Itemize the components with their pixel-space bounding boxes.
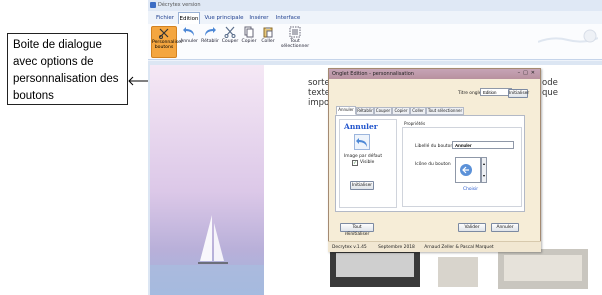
ribbon: Personnaliser boutons Annuler Rétablir C… [148,24,602,60]
button-text-input[interactable] [452,141,514,149]
document-text: ode [542,78,558,88]
couper-button[interactable]: Couper [221,26,239,58]
redo-icon [205,27,216,36]
window-title: Décrytex version [158,2,201,8]
tout-selectionner-button[interactable]: Tout sélectionner [279,26,311,58]
icon-selector[interactable] [455,157,481,183]
scroll-down-icon[interactable]: ▾ [483,173,485,178]
callout-line: avec options de [13,56,94,68]
preview-button-label: Annuler [344,122,378,131]
inner-tab-coller[interactable]: Coller [410,107,426,115]
initialiser-top-button[interactable]: Initialiser [508,89,529,98]
cancel-button[interactable]: Annuler [491,223,519,232]
cut-icon [224,26,236,38]
document-text: sorte [308,78,330,88]
inner-tab-copier[interactable]: Copier [392,107,410,115]
select-all-icon [289,26,301,38]
copy-icon [244,26,254,38]
scroll-up-icon[interactable]: ▴ [483,161,485,166]
document-text: texte [308,88,331,98]
tab-edition[interactable]: Edition [178,12,200,24]
tab-fichier[interactable]: Fichier [154,12,176,24]
properties-title: Propriétés [404,121,426,126]
visible-label: Visible [360,160,375,165]
decorative-bubbles-icon [538,29,598,43]
paste-icon [263,27,273,38]
dialog-titlebar: Onglet Edition - personnalisation –□✕ [329,69,540,79]
initialiser-inner-button[interactable]: Initialiser [350,181,374,190]
close-icon[interactable]: ✕ [531,70,538,76]
annuler-button[interactable]: Annuler [179,26,199,58]
ribbon-tabs: Fichier Edition Vue principale Insérer I… [148,12,602,24]
copier-button[interactable]: Copier [240,26,258,58]
inner-tab-retablir[interactable]: Rétablir [356,107,374,115]
inner-tab-annuler[interactable]: Annuler [336,106,356,115]
ribbon-label: Rétablir [201,39,219,44]
ribbon-label: Copier [241,39,257,44]
document-text: impo [308,98,330,108]
status-date: Septembre 2018 [378,245,415,250]
maximize-icon[interactable]: □ [523,70,531,76]
coller-button[interactable]: Coller [259,26,277,58]
tab-vue-principale[interactable]: Vue principale [204,12,244,24]
undo-icon [460,164,472,176]
visible-checkbox[interactable]: ✓ [352,160,358,166]
window-titlebar: Décrytex version [148,0,602,11]
inner-tab-tout-selectionner[interactable]: Tout sélectionner [426,107,464,115]
app-icon [150,2,156,8]
left-panel-image [150,65,264,295]
choose-link[interactable]: Choisir [463,187,478,192]
ribbon-label: Coller [261,39,275,44]
status-authors: Arnaud Zeller & Pascal Marquet [424,245,494,250]
callout-line: personnalisation des [13,73,119,85]
icon-scrollbar[interactable]: ▴ ▾ [481,157,487,183]
inner-tab-couper[interactable]: Couper [374,107,392,115]
ribbon-label: Tout sélectionner [280,39,310,49]
callout-line: Boite de dialogue [13,39,102,51]
dialog-title: Onglet Edition - personnalisation [332,71,414,77]
button-icon-label: Icône du bouton [415,162,451,167]
undo-icon [183,27,194,36]
personnaliser-boutons-button[interactable]: Personnaliser boutons [151,26,183,58]
ribbon-label: Couper [221,39,239,44]
tab-interface[interactable]: Interface [274,12,302,24]
callout-line: boutons [13,90,54,102]
ribbon-label: Annuler [180,39,198,44]
ok-button[interactable]: Valider [458,223,486,232]
retablir-button[interactable]: Rétablir [200,26,220,58]
callout-annotation: Boite de dialogue avec options de person… [7,33,128,105]
status-version: Decrytex v.1.45 [332,245,367,250]
reset-all-button[interactable]: Tout réinitialiser [340,223,374,237]
undo-icon [356,138,367,147]
button-text-label: Libellé du bouton [415,144,454,149]
document-text: que [542,88,559,98]
preview-image[interactable] [354,134,370,150]
dialog-statusbar: Decrytex v.1.45 Septembre 2018 Arnaud Ze… [328,241,541,252]
scissors-tool-icon [159,28,169,39]
callout-arrow-icon [128,76,148,86]
sailboat-image [150,215,264,295]
window-controls: –□✕ [518,70,538,76]
default-image-label: Image par défaut [344,154,383,159]
tab-inserer[interactable]: Insérer [248,12,270,24]
